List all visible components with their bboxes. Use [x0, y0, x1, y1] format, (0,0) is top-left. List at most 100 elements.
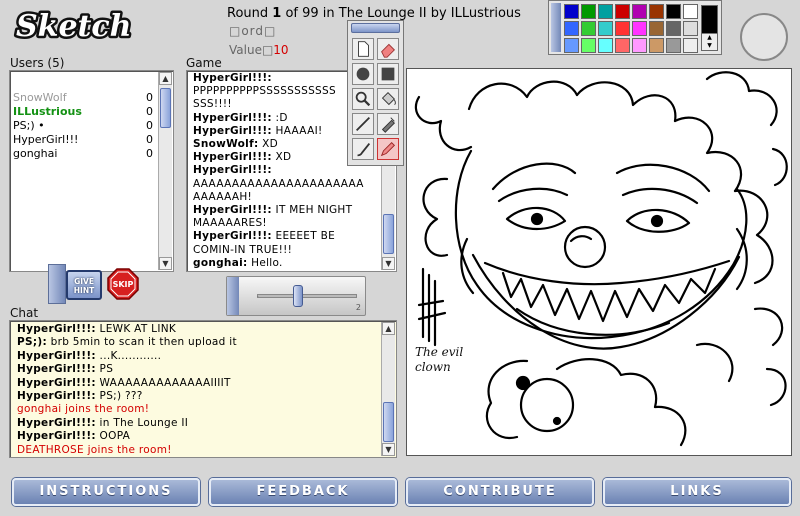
color-swatch[interactable]	[564, 38, 579, 53]
users-scroll-thumb[interactable]	[160, 88, 171, 128]
scroll-down-icon[interactable]: ▼	[159, 257, 172, 270]
color-swatch[interactable]	[683, 38, 698, 53]
chat-line: HyperGirl!!!: PS	[17, 363, 378, 376]
current-color-swatch	[702, 6, 717, 34]
game-line-text: SSS!!!!	[193, 98, 232, 111]
color-swatch[interactable]	[632, 38, 647, 53]
brush-size-slider[interactable]: · 2	[226, 276, 366, 316]
chat-line-text: PS;) ???	[95, 390, 143, 403]
color-swatch[interactable]	[649, 4, 664, 19]
word-hint: □ord□	[229, 24, 277, 38]
game-line-text: :D	[271, 111, 288, 124]
game-line: HyperGirl!!!: EEEEET BE	[193, 230, 380, 243]
chat-scrollbar[interactable]: ▲ ▼	[381, 322, 395, 456]
game-line-text: Hello.	[247, 256, 283, 269]
chat-line: HyperGirl!!!: WAAAAAAAAAAAAAIIIIT	[17, 377, 378, 390]
color-swatch[interactable]	[666, 4, 681, 19]
game-line: MAAAAARES!	[193, 217, 380, 230]
color-swatch[interactable]	[581, 38, 596, 53]
color-swatch[interactable]	[649, 38, 664, 53]
instructions-button[interactable]: INSTRUCTIONS	[12, 478, 200, 506]
user-score: 0	[146, 91, 153, 104]
chat-scroll-thumb[interactable]	[383, 402, 394, 442]
page-icon[interactable]	[352, 38, 374, 60]
caption-line-1: The evil	[415, 345, 464, 359]
toolbox	[347, 20, 404, 166]
links-button[interactable]: LINKS	[603, 478, 791, 506]
palette-grip[interactable]	[551, 3, 561, 52]
filled-square-icon[interactable]	[377, 63, 399, 85]
drawing-canvas[interactable]: The evil clown	[406, 68, 792, 456]
game-scroll-thumb[interactable]	[383, 214, 394, 254]
color-swatch[interactable]	[632, 21, 647, 36]
color-swatch[interactable]	[615, 38, 630, 53]
users-scrollbar[interactable]: ▲ ▼	[158, 72, 172, 270]
game-line-text: AAAAAAH!	[193, 190, 253, 203]
chat-line: HyperGirl!!!: ...K............	[17, 350, 378, 363]
chat-line-author: HyperGirl!!!:	[17, 323, 96, 335]
color-swatch[interactable]	[615, 4, 630, 19]
paint-bucket-icon[interactable]	[377, 88, 399, 110]
user-row[interactable]: ILLustrious 0	[13, 105, 157, 118]
color-swatch[interactable]	[598, 4, 613, 19]
user-name: gonghai	[13, 147, 58, 160]
toolbox-grip[interactable]	[351, 23, 400, 33]
round-prefix: Round	[227, 6, 269, 21]
chat-log: HyperGirl!!!: LEWK AT LINK PS;): brb 5min…	[9, 320, 397, 458]
user-row[interactable]: HyperGirl!!! 0	[13, 133, 157, 146]
color-swatch[interactable]	[581, 4, 596, 19]
color-swatch[interactable]	[683, 4, 698, 19]
clown-drawing	[414, 71, 788, 447]
scroll-down-icon[interactable]: ▼	[382, 443, 395, 456]
game-line-text: COMIN-IN TRUE!!!	[193, 243, 293, 256]
scroll-up-icon[interactable]: ▲	[382, 322, 395, 335]
eraser-icon[interactable]	[377, 38, 399, 60]
chat-line-text: in The Lounge II	[95, 416, 189, 429]
feedback-button[interactable]: FEEDBACK	[209, 478, 397, 506]
palette-arrow-icon[interactable]: ▲ ▼	[702, 34, 717, 50]
pencil-icon[interactable]	[377, 138, 399, 160]
color-swatch[interactable]	[598, 21, 613, 36]
game-line-text: EEEEET BE	[271, 230, 336, 243]
chat-line-text: PS	[95, 363, 114, 376]
color-swatch[interactable]	[564, 21, 579, 36]
user-name: SnowWolf	[13, 91, 67, 104]
color-swatch[interactable]	[564, 4, 579, 19]
game-line-author: SnowWolf:	[193, 138, 259, 151]
game-line-author: HyperGirl!!!:	[193, 164, 272, 177]
color-swatch[interactable]	[581, 21, 596, 36]
skip-label: SKIP	[113, 280, 134, 289]
game-line: HyperGirl!!!: IT MEH NIGHT	[193, 204, 380, 217]
color-swatch[interactable]	[683, 21, 698, 36]
color-swatch[interactable]	[598, 38, 613, 53]
user-row[interactable]: SnowWolf 0	[13, 91, 157, 104]
chat-line-author: HyperGirl!!!:	[17, 416, 96, 429]
color-swatch[interactable]	[666, 38, 681, 53]
chat-line-text: OOPA	[95, 430, 131, 443]
magnifier-icon[interactable]	[352, 88, 374, 110]
timer-circle	[740, 13, 788, 61]
scroll-up-icon[interactable]: ▲	[159, 72, 172, 85]
value-label: Value□	[229, 43, 274, 57]
game-line-text: XD	[271, 151, 292, 164]
chat-line-author: HyperGirl!!!:	[17, 363, 96, 376]
line-icon[interactable]	[352, 113, 374, 135]
contribute-button[interactable]: CONTRIBUTE	[406, 478, 594, 506]
user-row[interactable]: gonghai 0	[13, 147, 157, 160]
user-row[interactable]: PS;) • 0	[13, 119, 157, 132]
brush-icon[interactable]	[352, 138, 374, 160]
color-swatch[interactable]	[649, 21, 664, 36]
chat-system-message: gonghai joins the room!	[17, 403, 378, 416]
game-line-text: PPPPPPPPPPSSSSSSSSSSS	[193, 85, 336, 98]
fill-pen-icon[interactable]	[377, 113, 399, 135]
color-swatch[interactable]	[632, 4, 647, 19]
scroll-down-icon[interactable]: ▼	[382, 257, 395, 270]
give-hint-button[interactable]: GIVE HINT	[66, 270, 102, 300]
slider-thumb[interactable]	[293, 285, 303, 307]
color-swatch[interactable]	[666, 21, 681, 36]
color-swatch[interactable]	[615, 21, 630, 36]
chat-line-author: HyperGirl!!!:	[17, 349, 96, 362]
game-line-text: XD	[258, 138, 278, 151]
filled-circle-icon[interactable]	[352, 63, 374, 85]
skip-button[interactable]: SKIP	[107, 268, 139, 300]
